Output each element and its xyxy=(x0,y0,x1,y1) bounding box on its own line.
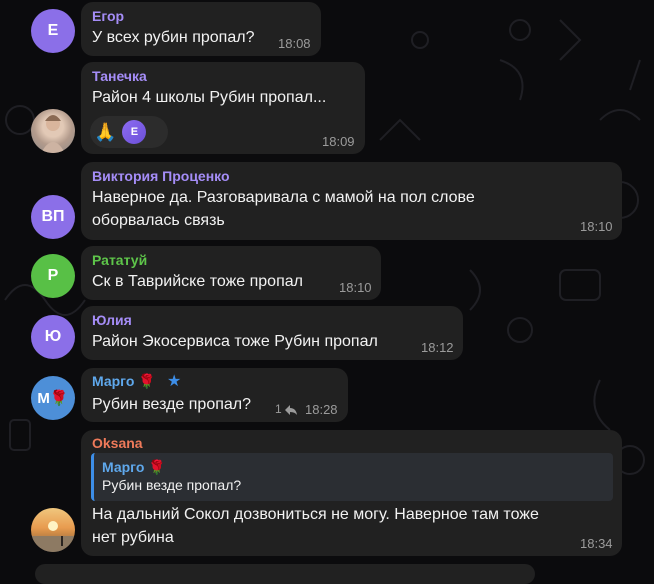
message-time: 18:09 xyxy=(322,134,355,149)
message-bubble[interactable]: Юлия Район Экосервиса тоже Рубин пропал … xyxy=(81,306,463,360)
message-bubble[interactable]: Танечка Район 4 школы Рубин пропал... 🙏 … xyxy=(81,62,365,154)
sender-name[interactable]: Танечка xyxy=(92,68,147,84)
sender-name[interactable]: Егор xyxy=(92,8,124,24)
reaction-user-avatar[interactable]: Е xyxy=(122,120,147,144)
message-time: 18:12 xyxy=(421,340,454,355)
message-time: 18:10 xyxy=(339,280,372,295)
message-text: Район Экосервиса тоже Рубин пропал xyxy=(92,333,378,350)
message-time: 18:08 xyxy=(278,36,311,51)
message-text-line-2: нет рубина xyxy=(92,529,174,546)
sender-name[interactable]: Oksana xyxy=(92,435,143,451)
beach-woman-photo xyxy=(41,115,65,153)
avatar[interactable] xyxy=(31,109,75,153)
message-text-line-2: оборвалась связь xyxy=(92,212,225,229)
avatar[interactable]: Р xyxy=(31,254,75,298)
quoted-text: Рубин везде пропал? xyxy=(102,477,242,493)
avatar[interactable]: ВП xyxy=(31,195,75,239)
sunset-beach-photo xyxy=(31,521,75,552)
message-text: Рубин везде пропал? xyxy=(92,396,252,413)
message-text: У всех рубин пропал? xyxy=(92,29,255,46)
message-bubble[interactable]: Виктория Проценко Наверное да. Разговари… xyxy=(81,162,622,240)
message-bubble[interactable]: Oksana Марго 🌹 Рубин везде пропал? На да… xyxy=(81,430,622,556)
reactions-bar[interactable]: 🙏 Е xyxy=(90,116,168,148)
message-text-line-1: На дальний Сокол дозвониться не могу. На… xyxy=(92,506,539,523)
pray-emoji-reaction[interactable]: 🙏 xyxy=(94,120,116,144)
avatar[interactable]: Е xyxy=(31,9,75,53)
message-bubble[interactable]: Марго 🌹 ★ Рубин везде пропал? 1 18:28 xyxy=(81,368,348,422)
message-time: 18:28 xyxy=(305,402,338,417)
message-text: Район 4 школы Рубин пропал... xyxy=(92,89,327,106)
message-time: 18:10 xyxy=(580,219,613,234)
sender-name[interactable]: Юлия xyxy=(92,312,132,328)
reply-arrow-icon[interactable] xyxy=(284,404,298,416)
sender-name[interactable]: Виктория Проценко xyxy=(92,168,230,184)
reply-count[interactable]: 1 xyxy=(275,402,282,416)
next-message-bubble-partial[interactable] xyxy=(35,564,535,584)
quoted-reply[interactable]: Марго 🌹 Рубин везде пропал? xyxy=(91,453,613,501)
premium-star-icon: ★ xyxy=(167,373,182,390)
message-text: Ск в Таврийске тоже пропал xyxy=(92,273,303,290)
avatar[interactable]: Ю xyxy=(31,315,75,359)
avatar[interactable]: М🌹 xyxy=(31,376,75,420)
message-text-line-1: Наверное да. Разговаривала с мамой на по… xyxy=(92,189,475,206)
avatar[interactable] xyxy=(31,508,75,552)
message-bubble[interactable]: Рататуй Ск в Таврийске тоже пропал 18:10 xyxy=(81,246,381,300)
message-time: 18:34 xyxy=(580,536,613,551)
message-bubble[interactable]: Егор У всех рубин пропал? 18:08 xyxy=(81,2,321,56)
sender-name[interactable]: Рататуй xyxy=(92,252,147,268)
sender-name[interactable]: Марго 🌹 xyxy=(92,373,156,390)
